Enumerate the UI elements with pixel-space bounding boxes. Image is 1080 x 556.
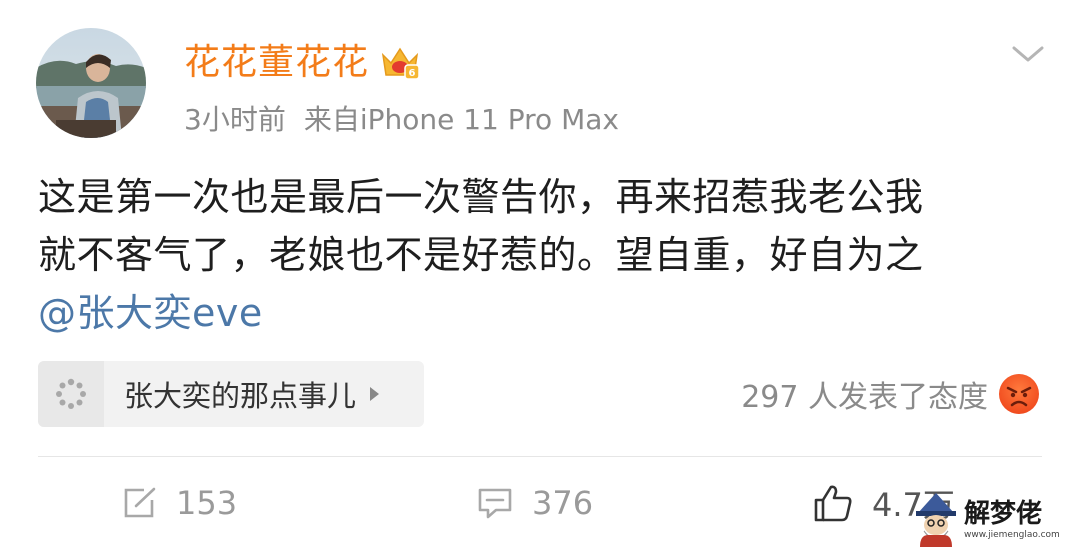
mention-link[interactable]: @张大奕eve — [38, 284, 1048, 342]
post-source: 来自iPhone 11 Pro Max — [303, 103, 619, 136]
post-text-line: 这是第一次也是最后一次警告你，再来招惹我老公我 — [38, 175, 924, 219]
watermark-title: 解梦佬 — [964, 499, 1043, 529]
post-meta: 3小时前 来自iPhone 11 Pro Max — [184, 100, 619, 140]
repost-icon — [124, 487, 156, 518]
repost-count: 153 — [176, 484, 238, 522]
post-text: 这是第一次也是最后一次警告你，再来招惹我老公我 就不客气了，老娘也不是好惹的。望… — [38, 168, 1048, 342]
wizard-logo-icon — [916, 493, 956, 547]
watermark-text: 解梦佬 www.jiemenglao.com — [964, 498, 1060, 540]
reaction-text: 297 人发表了态度 — [741, 380, 988, 415]
repost-button[interactable]: 153 — [122, 478, 237, 528]
thumbs-up-icon — [814, 485, 852, 522]
comment-count: 376 — [532, 484, 594, 522]
topic-label: 张大奕的那点事儿 — [124, 379, 357, 413]
watermark-url: www.jiemenglao.com — [964, 530, 1060, 540]
vip-crown-icon[interactable]: 6 — [379, 43, 421, 83]
divider — [38, 456, 1042, 457]
chevron-down-icon[interactable] — [1010, 38, 1046, 68]
weibo-post: 花花董花花 6 3小时前 来自iPhone 11 Pro Max 这是第一次也是最… — [0, 0, 1080, 556]
triangle-right-icon — [370, 387, 380, 401]
post-time: 3小时前 — [184, 103, 286, 136]
loading-spinner-icon — [56, 378, 86, 409]
reaction-summary[interactable]: 297 人发表了态度 — [741, 372, 1040, 416]
username-row: 花花董花花 6 — [184, 38, 421, 88]
post-text-line: 就不客气了，老娘也不是好惹的。望自重，好自为之 — [38, 233, 924, 277]
angry-face-icon — [999, 374, 1039, 414]
svg-text:6: 6 — [409, 68, 416, 79]
topic-card[interactable]: 张大奕的那点事儿 — [38, 361, 424, 427]
comment-button[interactable]: 376 — [476, 478, 593, 528]
avatar[interactable] — [36, 28, 146, 138]
watermark: 解梦佬 www.jiemenglao.com — [912, 484, 1062, 554]
username[interactable]: 花花董花花 — [184, 38, 369, 88]
topic-icon-box — [38, 361, 104, 427]
comment-icon — [478, 488, 512, 519]
